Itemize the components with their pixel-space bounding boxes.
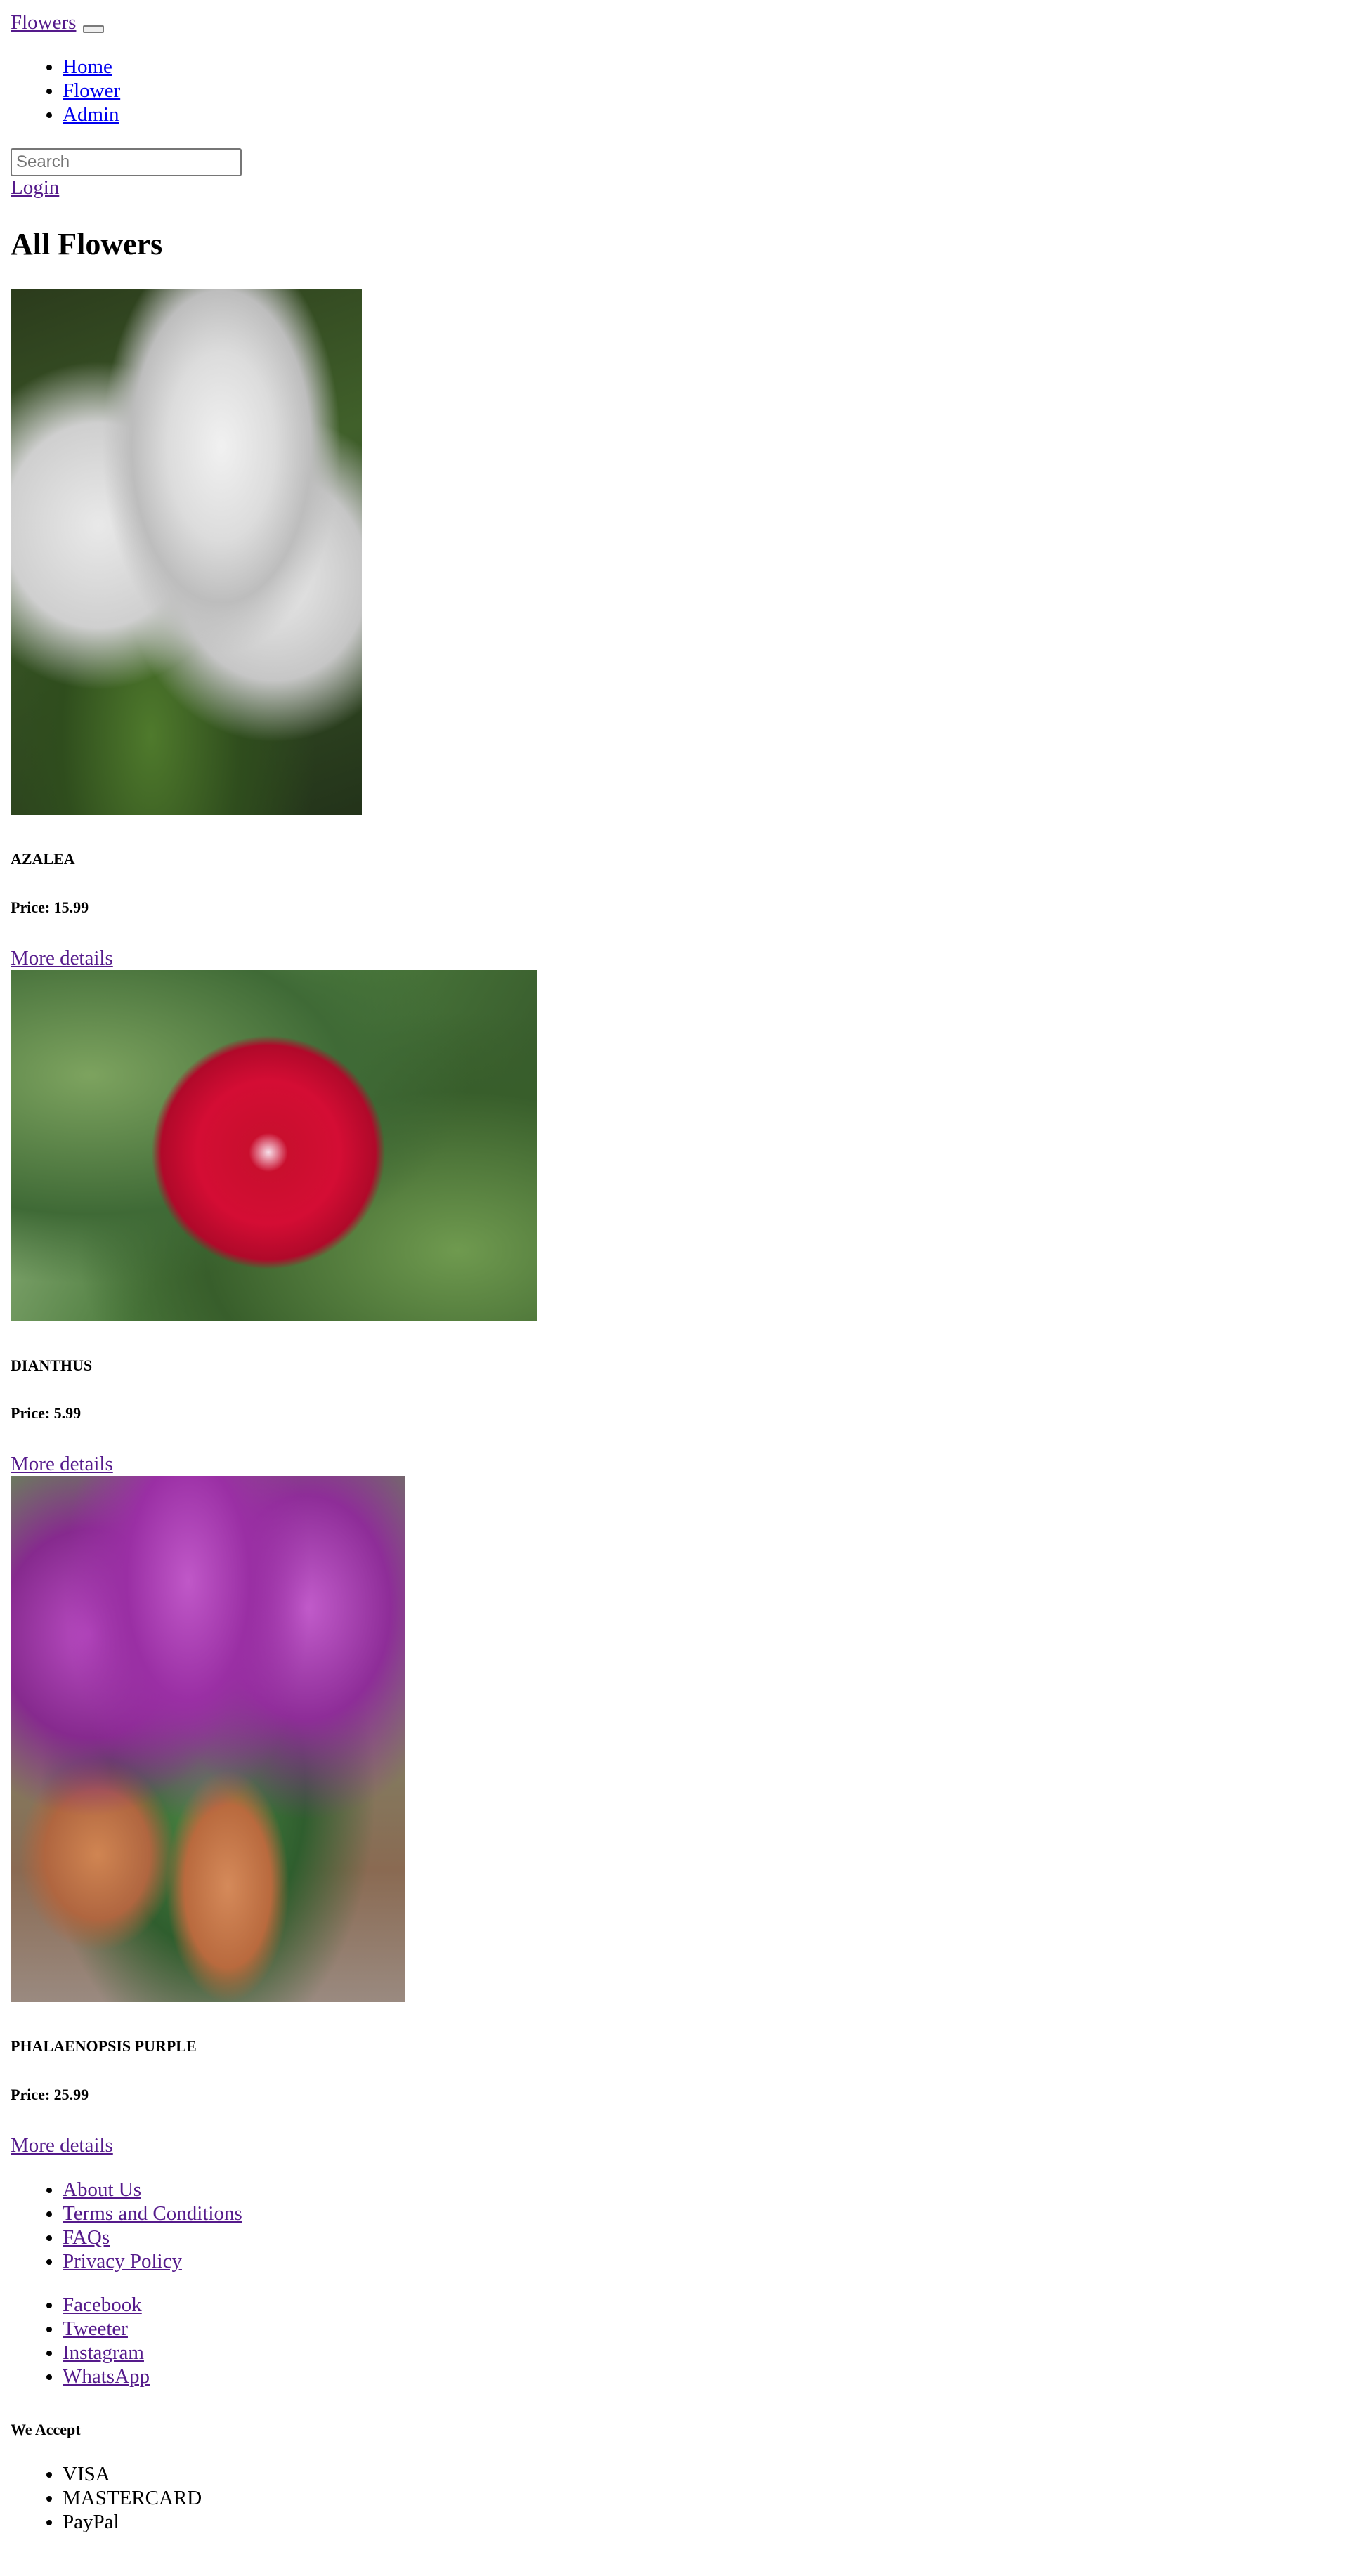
product-price-azalea: Price: 15.99 <box>11 898 89 916</box>
about-us-link[interactable]: About Us <box>63 2178 141 2201</box>
login-link[interactable]: Login <box>11 176 59 200</box>
payment-method-paypal: PayPal <box>63 2510 202 2534</box>
dianthus-image <box>11 970 537 1321</box>
product-price-phalaenopsis: Price: 25.99 <box>11 2086 89 2103</box>
page-title: All Flowers <box>11 227 163 261</box>
privacy-policy-link[interactable]: Privacy Policy <box>63 2250 182 2273</box>
payment-method-mastercard: MASTERCARD <box>63 2486 202 2510</box>
footer-item: About Us <box>63 2178 242 2202</box>
nav-link-admin[interactable]: Admin <box>63 103 119 126</box>
brand-link[interactable]: Flowers <box>11 11 76 34</box>
menu-toggle-button[interactable] <box>83 25 104 33</box>
product-name-dianthus: DIANTHUS <box>11 1356 93 1374</box>
footer-item: Tweeter <box>63 2317 150 2341</box>
product-name-phalaenopsis: PHALAENOPSIS PURPLE <box>11 2037 197 2055</box>
product-price-dianthus: Price: 5.99 <box>11 1404 82 1422</box>
nav-link-home[interactable]: Home <box>63 55 112 78</box>
nav-item-admin: Admin <box>63 103 120 126</box>
nav-link-flower[interactable]: Flower <box>63 79 120 102</box>
payment-method-visa: VISA <box>63 2462 202 2486</box>
search-input[interactable] <box>11 148 242 176</box>
nav-item-flower: Flower <box>63 79 120 103</box>
faqs-link[interactable]: FAQs <box>63 2226 110 2249</box>
tweeter-link[interactable]: Tweeter <box>63 2317 128 2340</box>
footer-info-links: About Us Terms and Conditions FAQs Priva… <box>0 2178 242 2273</box>
payment-methods-list: VISA MASTERCARD PayPal <box>0 2462 202 2534</box>
terms-link[interactable]: Terms and Conditions <box>63 2202 242 2225</box>
product-name-azalea: AZALEA <box>11 850 75 868</box>
more-details-link-azalea[interactable]: More details <box>11 946 113 970</box>
footer-item: Facebook <box>63 2293 150 2317</box>
facebook-link[interactable]: Facebook <box>63 2294 142 2316</box>
phalaenopsis-purple-image <box>11 1476 405 2002</box>
nav-item-home: Home <box>63 55 120 79</box>
more-details-link-dianthus[interactable]: More details <box>11 1452 113 1476</box>
main-nav: Home Flower Admin <box>0 55 120 126</box>
footer-social-links: Facebook Tweeter Instagram WhatsApp <box>0 2293 150 2388</box>
footer-item: FAQs <box>63 2225 242 2249</box>
azalea-image <box>11 289 362 815</box>
footer-item: WhatsApp <box>63 2365 150 2388</box>
instagram-link[interactable]: Instagram <box>63 2341 144 2364</box>
whatsapp-link[interactable]: WhatsApp <box>63 2365 150 2388</box>
more-details-link-phalaenopsis[interactable]: More details <box>11 2133 113 2157</box>
footer-item: Instagram <box>63 2341 150 2365</box>
payments-heading: We Accept <box>11 2421 81 2438</box>
footer-item: Terms and Conditions <box>63 2202 242 2225</box>
footer-item: Privacy Policy <box>63 2249 242 2273</box>
